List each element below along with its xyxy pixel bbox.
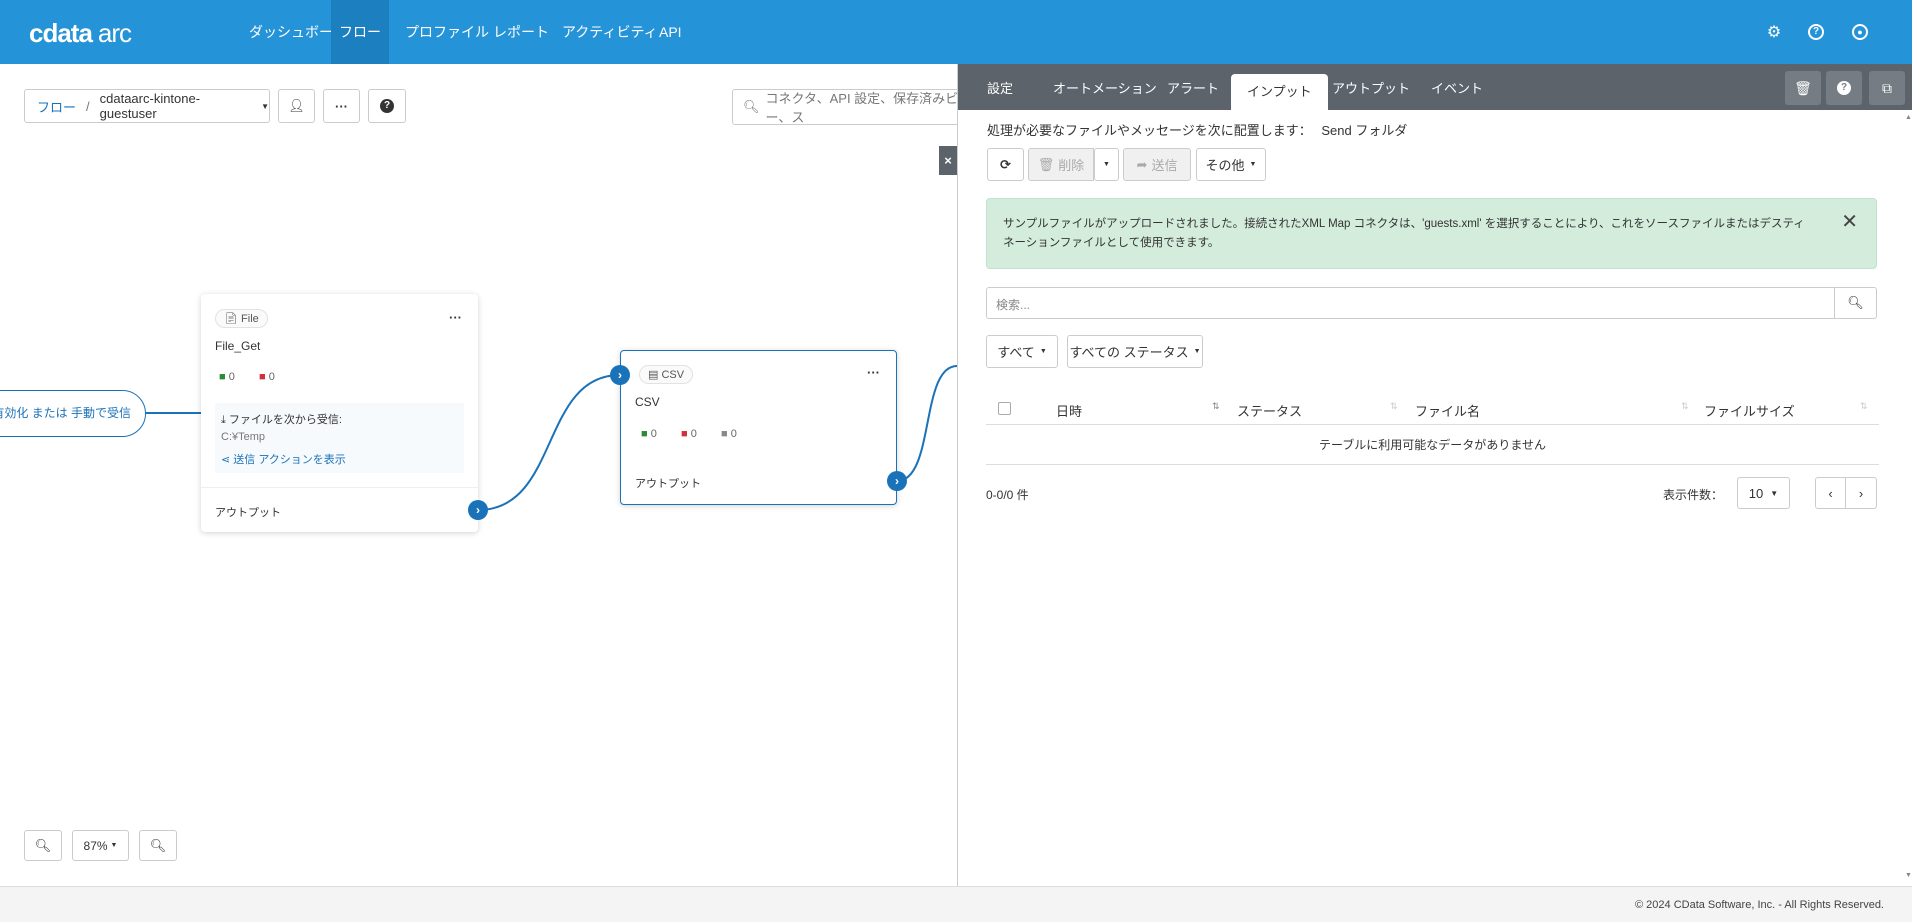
- tab-events[interactable]: イベント: [1431, 64, 1483, 110]
- copyright: © 2024 CData Software, Inc. - All Rights…: [1635, 899, 1884, 911]
- scroll-down-icon[interactable]: ▼: [1905, 872, 1912, 879]
- zoom-in-icon: 🔍︎: [34, 837, 52, 853]
- sort-icon[interactable]: ⇅: [1390, 401, 1398, 412]
- connection-line: [477, 374, 621, 511]
- help-button[interactable]: ?: [1826, 71, 1862, 105]
- input-port-icon[interactable]: ›: [610, 365, 630, 385]
- close-panel-button[interactable]: ×: [939, 146, 957, 175]
- node-csv[interactable]: ▤ CSV ··· CSV ■ 0 ■ 0 ■ 0 アウトプット: [620, 350, 897, 505]
- user-icon[interactable]: ●: [1852, 24, 1868, 40]
- table-header: 日時 ⇅ ステータス ⇅ ファイル名 ⇅ ファイルサイズ ⇅: [986, 393, 1879, 425]
- page-size-select[interactable]: 10 ▼: [1737, 477, 1790, 509]
- refresh-icon: ⟳: [1000, 156, 1011, 172]
- zoom-level-dropdown[interactable]: 87% ▼: [72, 830, 129, 861]
- trash-icon: 🗑︎: [1794, 79, 1812, 96]
- node-type-badge: ▤ CSV: [639, 365, 694, 384]
- column-status[interactable]: ステータス: [1237, 401, 1302, 420]
- scroll-up-icon[interactable]: ▲: [1905, 114, 1912, 121]
- select-all-checkbox[interactable]: [998, 402, 1011, 415]
- zoom-out-icon: 🔍︎: [149, 837, 167, 853]
- file-search-input[interactable]: 検索... 🔍︎: [986, 287, 1877, 319]
- show-send-action-link[interactable]: ⋖ 送信 アクションを表示: [221, 451, 346, 467]
- filter-status-dropdown[interactable]: すべての ステータス ▼: [1067, 335, 1203, 368]
- divider: [201, 487, 478, 488]
- refresh-button[interactable]: ⟳: [987, 148, 1024, 181]
- error-count: ■ 0: [681, 428, 697, 440]
- prev-page-button[interactable]: ‹: [1815, 477, 1846, 509]
- table-empty-row: テーブルに利用可能なデータがありません: [986, 425, 1879, 465]
- send-button[interactable]: ➦ 送信: [1123, 148, 1191, 181]
- external-link-icon: ⧉: [1882, 79, 1892, 96]
- gear-icon[interactable]: ⚙: [1764, 22, 1784, 42]
- help-icon[interactable]: ?: [1808, 24, 1824, 40]
- zoom-in-button[interactable]: 🔍︎: [24, 830, 62, 861]
- output-port-icon[interactable]: ›: [887, 471, 907, 491]
- node-type-badge: 📄︎ File: [215, 309, 268, 328]
- node-name: CSV: [635, 395, 660, 409]
- success-count: ■ 0: [219, 371, 235, 383]
- receive-label: ⤓ ファイルを次から受信:: [221, 414, 342, 426]
- tab-input[interactable]: インプット: [1231, 74, 1328, 110]
- page-size-label: 表示件数：: [1663, 488, 1724, 502]
- receive-path: C:¥Temp: [221, 431, 266, 443]
- output-label: アウトプット: [215, 507, 281, 519]
- page-footer: © 2024 CData Software, Inc. - All Rights…: [0, 886, 1912, 922]
- column-filesize[interactable]: ファイルサイズ: [1704, 401, 1795, 420]
- tab-automation[interactable]: オートメーション: [1053, 64, 1157, 110]
- record-count: 0-0/0 件: [986, 488, 1029, 502]
- tab-output[interactable]: アウトプット: [1332, 64, 1410, 110]
- sort-icon[interactable]: ⇅: [1860, 401, 1868, 412]
- input-description: 処理が必要なファイルやメッセージを次に配置します： Send フォルダ: [987, 123, 1408, 138]
- trigger-node[interactable]: を有効化 または 手動で受信: [0, 390, 146, 437]
- node-detail-box: ⤓ ファイルを次から受信: C:¥Temp ⋖ 送信 アクションを表示: [215, 403, 464, 473]
- panel-tabs: 設定 オートメーション アラート インプット アウトプット イベント 🗑︎ ? …: [958, 64, 1912, 110]
- node-name: File_Get: [215, 339, 261, 353]
- upload-success-alert: サンプルファイルがアップロードされました。接続されたXML Map コネクタは、…: [986, 198, 1877, 269]
- search-icon[interactable]: 🔍︎: [1834, 288, 1876, 318]
- output-label: アウトプット: [635, 478, 701, 490]
- filter-all-dropdown[interactable]: すべて ▼: [986, 335, 1058, 368]
- column-date[interactable]: 日時: [1056, 401, 1082, 420]
- tab-alert[interactable]: アラート: [1167, 64, 1219, 110]
- alert-message: サンプルファイルがアップロードされました。接続されたXML Map コネクタは、…: [1003, 218, 1805, 249]
- other-dropdown-button[interactable]: その他 ▼: [1196, 148, 1266, 181]
- open-external-button[interactable]: ⧉: [1869, 71, 1905, 105]
- tab-settings[interactable]: 設定: [987, 64, 1013, 110]
- help-icon: ?: [1837, 81, 1851, 95]
- node-menu-icon[interactable]: ···: [449, 310, 462, 325]
- connection-line: [896, 365, 957, 482]
- sort-icon[interactable]: ⇅: [1681, 401, 1689, 412]
- node-file-get[interactable]: 📄︎ File ··· File_Get ■ 0 ■ 0 ⤓ ファイルを次から受…: [201, 294, 478, 532]
- zoom-out-button[interactable]: 🔍︎: [139, 830, 177, 861]
- output-port-icon[interactable]: ›: [468, 500, 488, 520]
- sort-desc-icon[interactable]: ⇅: [1212, 401, 1220, 412]
- delete-dropdown-button[interactable]: ▼: [1094, 148, 1119, 181]
- pending-count: ■ 0: [721, 428, 737, 440]
- delete-button[interactable]: 🗑︎ 削除: [1028, 148, 1094, 181]
- success-count: ■ 0: [641, 428, 657, 440]
- trash-button[interactable]: 🗑︎: [1785, 71, 1821, 105]
- next-page-button[interactable]: ›: [1845, 477, 1877, 509]
- error-count: ■ 0: [259, 371, 275, 383]
- node-menu-icon[interactable]: ···: [867, 365, 880, 380]
- column-filename[interactable]: ファイル名: [1415, 401, 1480, 420]
- connector-panel: 設定 オートメーション アラート インプット アウトプット イベント 🗑︎ ? …: [957, 64, 1912, 886]
- close-icon[interactable]: ✕: [1841, 212, 1858, 232]
